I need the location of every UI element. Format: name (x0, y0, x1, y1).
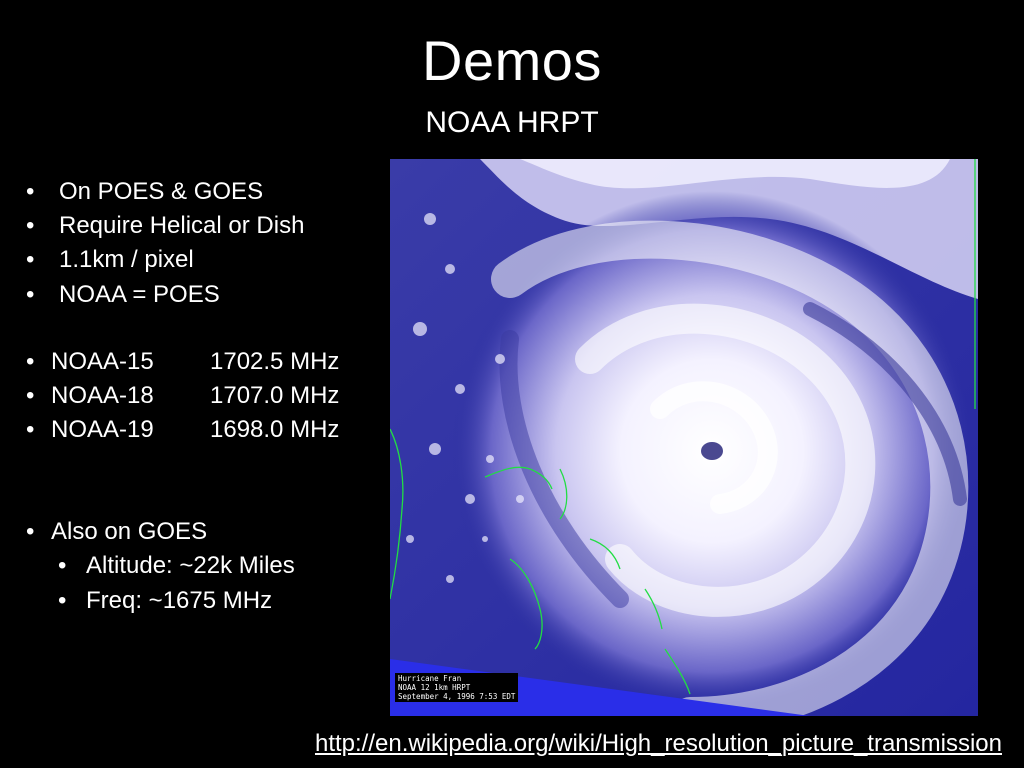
hurricane-eye (701, 442, 723, 460)
bullet-text: Freq: ~1675 MHz (86, 587, 273, 614)
bullet-dot: • (26, 348, 35, 375)
hurricane-image-graphic (390, 159, 978, 716)
satellite-frequency: 1698.0 MHz (210, 416, 340, 443)
bullet-text: 1.1km / pixel (59, 246, 194, 273)
hurricane-satellite-image (390, 159, 978, 716)
satellite-name: NOAA-19 (51, 416, 154, 443)
satellite-frequency: 1707.0 MHz (210, 382, 340, 409)
bullet-text: Altitude: ~22k Miles (86, 552, 295, 579)
bullet-dot: • (26, 212, 35, 239)
caption-line: Hurricane Fran (398, 674, 462, 683)
bullet-text: On POES & GOES (59, 178, 264, 205)
bullet-dot: • (58, 587, 67, 614)
bullet-dot: • (26, 382, 35, 409)
caption-line: NOAA 12 1km HRPT (398, 683, 471, 692)
bullet-dot: • (26, 246, 35, 273)
bullet-dot: • (26, 281, 35, 308)
satellite-frequency: 1702.5 MHz (210, 348, 340, 375)
bullet-dot: • (26, 518, 35, 545)
bullet-text: Require Helical or Dish (59, 212, 305, 239)
bullet-dot: • (26, 178, 35, 205)
bullet-dot: • (26, 416, 35, 443)
image-caption: Hurricane Fran NOAA 12 1km HRPT Septembe… (395, 673, 519, 702)
satellite-name: NOAA-15 (51, 348, 154, 375)
caption-line: September 4, 1996 7:53 EDT (398, 692, 516, 701)
bullet-dot: • (58, 552, 67, 579)
bullet-text: Also on GOES (51, 518, 208, 545)
source-link[interactable]: http://en.wikipedia.org/wiki/High_resolu… (315, 730, 1002, 758)
bullet-text: NOAA = POES (59, 281, 220, 308)
bullet-list: • On POES & GOES • Require Helical or Di… (0, 0, 380, 768)
satellite-name: NOAA-18 (51, 382, 154, 409)
